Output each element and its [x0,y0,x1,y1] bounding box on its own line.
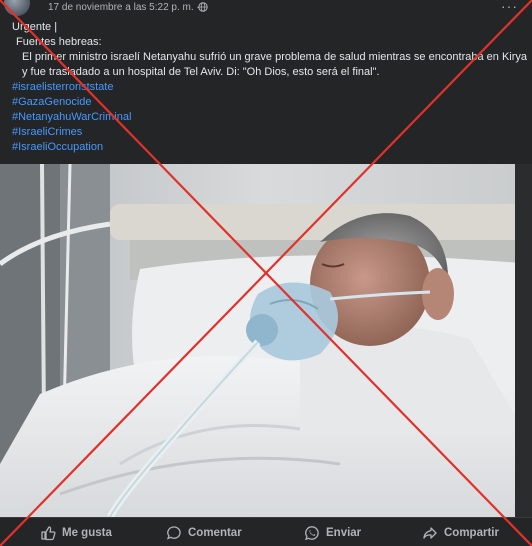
avatar[interactable] [4,0,30,16]
post-photo[interactable] [0,164,532,517]
comment-label: Comentar [188,527,242,539]
post-timestamp[interactable]: 17 de noviembre a las 5:22 p. m. · [48,2,200,13]
send-button[interactable]: Enviar [304,524,361,542]
hashtag-link[interactable]: #GazaGenocide [12,95,528,110]
send-label: Enviar [326,527,362,539]
action-bar: Me gusta Comentar Enviar Compartir [0,517,532,546]
share-button[interactable]: Compartir [422,524,499,542]
post-line-body: El primer ministro israelí Netanyahu suf… [22,51,528,78]
like-icon [41,526,56,541]
hospital-photo [0,164,532,517]
comment-button[interactable]: Comentar [166,524,242,542]
globe-icon [198,2,208,12]
whatsapp-icon [304,526,319,541]
post-header: 17 de noviembre a las 5:22 p. m. · ··· [0,0,532,18]
post-text: Urgente | Fuentes hebreas: El primer min… [12,20,528,155]
post-line-sources: Fuentes hebreas: [16,36,102,48]
facebook-post: 17 de noviembre a las 5:22 p. m. · ··· U… [0,0,532,546]
share-icon [423,527,437,539]
share-label: Compartir [444,527,499,539]
hashtag-link[interactable]: #israelisterroriststate [12,80,528,95]
like-label: Me gusta [62,527,112,539]
comment-icon [166,526,181,540]
more-icon[interactable]: ··· [501,0,518,14]
hashtag-link[interactable]: #NetanyahuWarCriminal [12,110,528,125]
hashtag-link[interactable]: #IsraeliOccupation [12,140,528,155]
like-button[interactable]: Me gusta [40,524,112,542]
post-line-urgent: Urgente | [12,21,58,33]
hashtag-link[interactable]: #IsraeliCrimes [12,125,528,140]
